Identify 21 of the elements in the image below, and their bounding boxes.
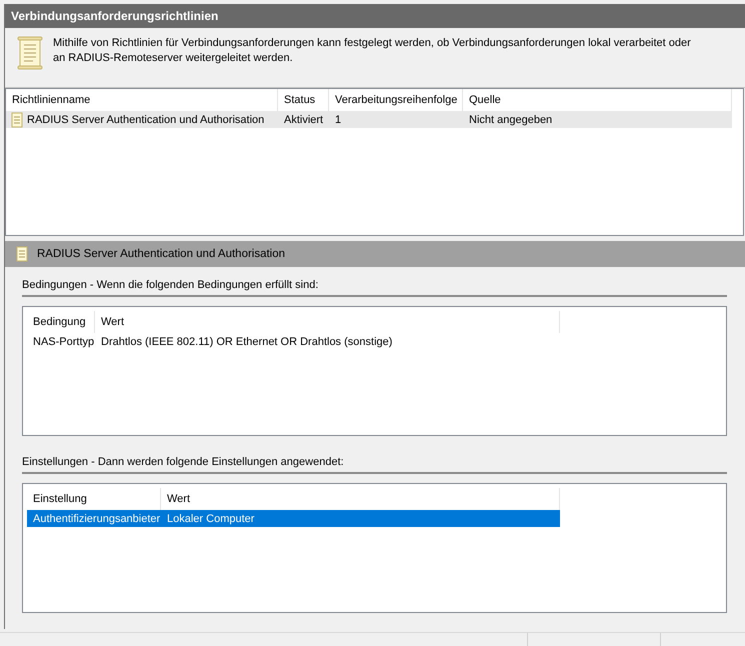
table-cell-text: Nicht angegeben bbox=[468, 112, 554, 128]
description-text: Mithilfe von Richtlinien für Verbindungsanforderungen kann festgelegt werden, ob Verbindungsanforderungen lokal verarbeitet oder an RADIUS-Remoteserver weitergeleitet werden. bbox=[53, 36, 692, 66]
table-cell-text: 1 bbox=[334, 112, 342, 128]
section-heading: Bedingungen - Wenn die folgenden Bedingungen erfüllt sind: bbox=[22, 273, 727, 297]
scroll-icon bbox=[15, 246, 29, 262]
table-cell-text: Authentifizierungsanbieter bbox=[32, 512, 161, 526]
table-row[interactable]: Authentifizierungsanbieter Lokaler Computer bbox=[27, 510, 560, 527]
column-header[interactable]: Wert bbox=[95, 311, 560, 333]
window-title: Verbindungsanforderungsrichtlinien bbox=[11, 9, 218, 23]
scroll-icon bbox=[17, 36, 43, 70]
table-cell-text: Aktiviert bbox=[283, 112, 324, 128]
table-cell-text: RADIUS Server Authentication und Authorisation bbox=[27, 114, 264, 126]
table-row[interactable]: RADIUS Server Authentication und Authorisation Aktiviert 1 Nicht angegeben bbox=[6, 111, 732, 128]
table-cell-text: Drahtlos (IEEE 802.11) OR Ethernet OR Drahtlos (sonstige) bbox=[100, 334, 394, 350]
table-cell-text: Lokaler Computer bbox=[166, 512, 256, 526]
detail-title: RADIUS Server Authentication und Authorisation bbox=[37, 248, 286, 260]
scroll-icon bbox=[10, 112, 24, 128]
section-heading: Einstellungen - Dann werden folgende Einstellungen angewendet: bbox=[22, 450, 727, 474]
column-header[interactable]: Bedingung bbox=[27, 311, 95, 333]
table-cell-text: NAS-Porttyp bbox=[32, 334, 95, 350]
table-row[interactable]: NAS-Porttyp Drahtlos (IEEE 802.11) OR Ethernet OR Drahtlos (sonstige) bbox=[27, 333, 560, 350]
